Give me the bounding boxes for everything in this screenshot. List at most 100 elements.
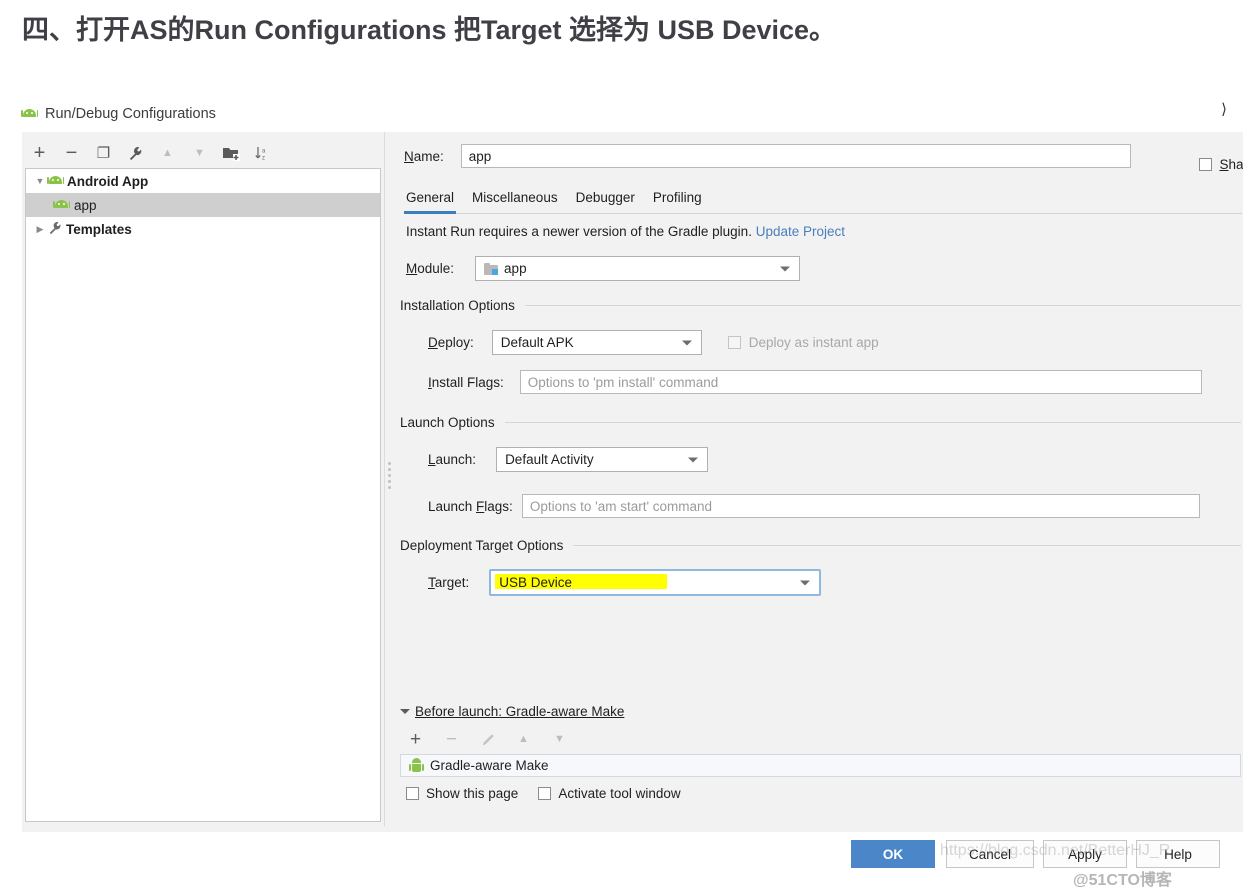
- copy-icon[interactable]: ❐: [94, 144, 113, 163]
- configurations-tree-panel: + − ❐ ▲ ▼ a z ▼ Android App app ▶ Templa…: [22, 132, 382, 826]
- launch-flags-input[interactable]: Options to 'am start' command: [521, 494, 1200, 518]
- tree-item-app[interactable]: app: [26, 193, 380, 217]
- name-row: Name: app Shar: [404, 144, 1243, 172]
- deploy-dropdown[interactable]: Default APK: [491, 330, 702, 355]
- module-value: app: [504, 261, 527, 276]
- add-icon[interactable]: +: [30, 143, 49, 163]
- activate-tool-window-label: Activate tool window: [558, 786, 681, 801]
- tab-profiling[interactable]: Profiling: [651, 188, 704, 209]
- tree-item-label: app: [74, 197, 97, 213]
- tree-toolbar: + − ❐ ▲ ▼ a z: [30, 140, 273, 166]
- wrench-icon: [48, 221, 62, 238]
- deploy-instant-app-group: Deploy as instant app: [727, 335, 879, 350]
- activate-tool-window-group[interactable]: Activate tool window: [538, 786, 681, 801]
- screenshot-root: 四、打开AS的Run Configurations 把Target 选择为 US…: [0, 0, 1243, 895]
- group-rule: [504, 422, 1241, 423]
- new-folder-icon[interactable]: [222, 144, 241, 163]
- splitter-handle-dots: [388, 462, 391, 489]
- share-checkbox[interactable]: [1199, 158, 1213, 171]
- svg-text:a: a: [262, 148, 266, 154]
- show-this-page-group[interactable]: Show this page: [406, 786, 518, 801]
- show-this-page-label: Show this page: [426, 786, 519, 801]
- share-label: Shar: [1219, 157, 1243, 172]
- edit-task-icon: [478, 730, 497, 749]
- name-input[interactable]: app: [460, 144, 1131, 168]
- close-icon[interactable]: ⟩: [1221, 100, 1227, 118]
- before-launch-task-row[interactable]: Gradle-aware Make: [400, 754, 1241, 777]
- android-icon: [21, 108, 38, 120]
- tree-item-label: Templates: [66, 221, 132, 237]
- svg-text:z: z: [262, 155, 265, 161]
- group-label: Installation Options: [400, 298, 515, 313]
- target-dropdown[interactable]: USB Device: [489, 569, 822, 596]
- share-checkbox-group[interactable]: Shar: [1199, 157, 1243, 172]
- name-label: Name:: [404, 148, 444, 164]
- tab-miscellaneous[interactable]: Miscellaneous: [470, 188, 560, 209]
- launch-dropdown[interactable]: Default Activity: [496, 447, 709, 472]
- before-launch-checkboxes: Show this page Activate tool window: [406, 786, 681, 801]
- before-launch-label: Before launch: Gradle-aware Make: [415, 704, 625, 719]
- group-label: Deployment Target Options: [400, 538, 564, 553]
- deploy-instant-app-label: Deploy as instant app: [748, 335, 879, 350]
- instant-run-notice: Instant Run requires a newer version of …: [406, 224, 845, 239]
- group-rule: [573, 545, 1241, 546]
- show-this-page-checkbox[interactable]: [406, 787, 419, 800]
- watermark-url: https://blog.csdn.net/BetterHJ_R: [940, 842, 1171, 859]
- move-up-icon: ▲: [162, 146, 173, 159]
- installation-options-group: Installation Options: [400, 298, 1241, 313]
- deploy-value: Default APK: [500, 335, 574, 350]
- android-icon: [408, 758, 424, 773]
- deploy-label: Deploy:: [428, 335, 474, 350]
- wrench-icon[interactable]: [126, 144, 145, 163]
- android-icon: [53, 199, 70, 211]
- android-icon: [47, 175, 64, 187]
- launch-value: Default Activity: [505, 452, 594, 467]
- before-launch-header[interactable]: Before launch: Gradle-aware Make: [400, 704, 1124, 719]
- target-value: USB Device: [499, 575, 573, 590]
- before-launch-toolbar: + − ▲ ▼: [406, 730, 569, 749]
- module-dropdown[interactable]: app: [475, 256, 801, 281]
- configuration-details-panel: Name: app Shar General Miscellaneous Deb…: [396, 132, 1243, 826]
- remove-icon[interactable]: −: [62, 143, 81, 163]
- tree-item-android-app[interactable]: ▼ Android App: [26, 169, 380, 193]
- remove-task-icon: −: [445, 729, 458, 750]
- module-label: Module:: [406, 261, 455, 276]
- chevron-right-icon[interactable]: ▶: [32, 224, 48, 235]
- tab-debugger[interactable]: Debugger: [574, 188, 637, 209]
- deploy-row: Deploy: Default APK Deploy as instant ap…: [428, 330, 879, 355]
- install-flags-label: Install Flags:: [428, 374, 504, 390]
- tree-item-templates[interactable]: ▶ Templates: [26, 217, 380, 241]
- target-row: Target: USB Device: [428, 569, 822, 596]
- module-folder-icon: [484, 262, 499, 275]
- panel-splitter[interactable]: [384, 132, 395, 826]
- instant-run-text: Instant Run requires a newer version of …: [406, 224, 752, 239]
- tab-general[interactable]: General: [404, 188, 457, 214]
- launch-flags-label: Launch Flags:: [428, 498, 513, 514]
- task-move-down-icon: ▼: [554, 733, 565, 745]
- activate-tool-window-checkbox[interactable]: [538, 787, 552, 800]
- move-down-icon: ▼: [194, 146, 205, 159]
- install-flags-row: Install Flags: Options to 'pm install' c…: [428, 370, 1202, 394]
- launch-row: Launch: Default Activity: [428, 447, 709, 472]
- update-project-link[interactable]: Update Project: [756, 224, 845, 239]
- add-task-icon[interactable]: +: [406, 730, 425, 749]
- configurations-tree[interactable]: ▼ Android App app ▶ Templates: [25, 168, 381, 822]
- group-label: Launch Options: [400, 415, 495, 430]
- dialog-title-bar: Run/Debug Configurations: [21, 100, 1222, 128]
- deploy-instant-app-checkbox: [727, 336, 741, 349]
- dialog-title: Run/Debug Configurations: [45, 106, 216, 122]
- sort-alphabetically-icon[interactable]: a z: [254, 144, 273, 163]
- page-title: 四、打开AS的Run Configurations 把Target 选择为 US…: [22, 15, 837, 45]
- install-flags-input[interactable]: Options to 'pm install' command: [519, 370, 1202, 394]
- chevron-down-icon[interactable]: ▼: [32, 176, 48, 186]
- launch-label: Launch:: [428, 452, 477, 467]
- task-move-up-icon: ▲: [518, 733, 529, 745]
- group-rule: [524, 305, 1241, 306]
- module-row: Module: app: [406, 256, 801, 281]
- chevron-down-icon[interactable]: [400, 709, 410, 714]
- chevron-down-icon: [780, 266, 791, 271]
- launch-flags-row: Launch Flags: Options to 'am start' comm…: [428, 494, 1200, 518]
- deployment-target-options-group: Deployment Target Options: [400, 538, 1241, 553]
- settings-tabs[interactable]: General Miscellaneous Debugger Profiling: [404, 188, 1242, 214]
- ok-button[interactable]: OK: [851, 840, 935, 868]
